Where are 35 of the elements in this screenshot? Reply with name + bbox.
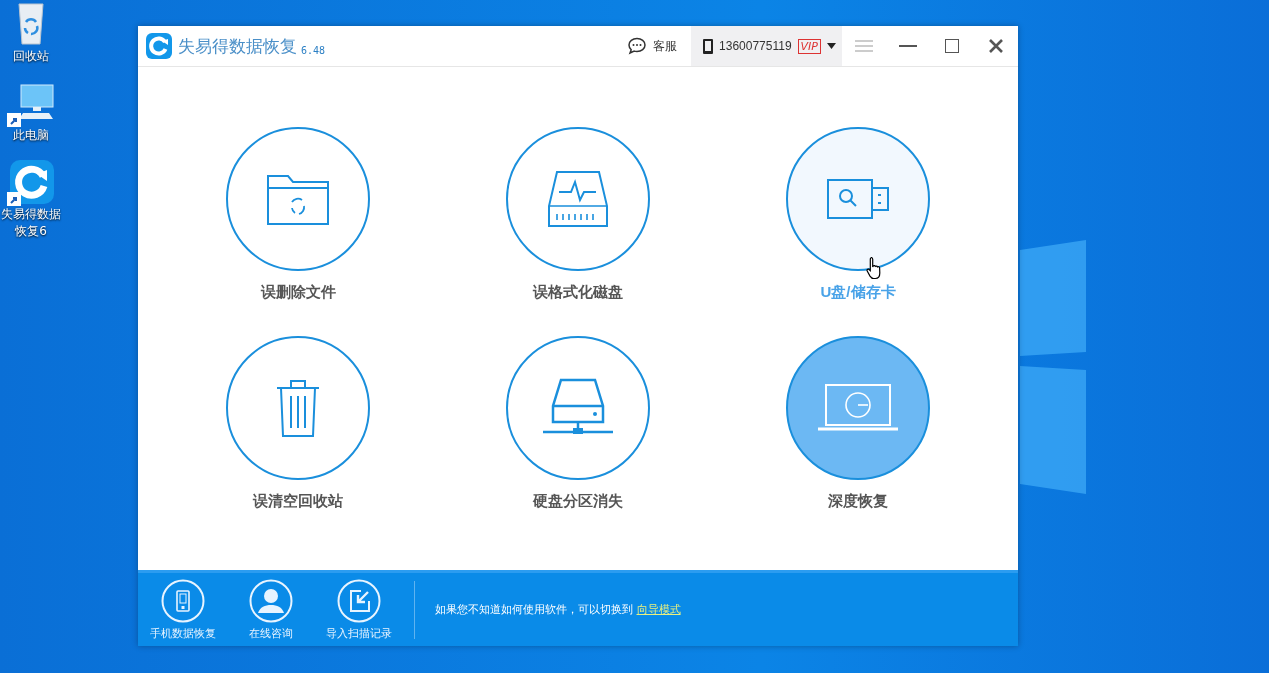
recovery-option-tile[interactable]: 硬盘分区消失	[438, 336, 718, 511]
person-icon	[249, 578, 293, 623]
recovery-option-tile[interactable]: 深度恢复	[718, 336, 998, 511]
account-number[interactable]: 13600775119	[719, 39, 792, 53]
desktop-icon-label[interactable]: 失易得数据恢复6	[0, 206, 62, 240]
laptop-icon	[816, 383, 900, 433]
minimize-icon	[899, 45, 917, 47]
app-icon[interactable]	[7, 158, 55, 206]
footer-button[interactable]: 在线咨询	[234, 578, 308, 641]
desktop-icon-label[interactable]: 此电脑	[0, 127, 62, 144]
footer-button[interactable]: 导入扫描记录	[322, 578, 396, 641]
menu-icon	[855, 40, 873, 52]
version-label: 6.48	[301, 44, 326, 56]
recovery-option-tile[interactable]: 误删除文件	[158, 127, 438, 302]
close-icon	[989, 39, 1003, 53]
support-button[interactable]: 客服	[613, 26, 692, 66]
recovery-option-tile[interactable]: U盘/储存卡	[718, 127, 998, 302]
vip-badge: VIP	[797, 38, 821, 54]
recovery-option-tile[interactable]: 误格式化磁盘	[438, 127, 718, 302]
import-icon	[337, 578, 381, 623]
maximize-icon	[945, 39, 959, 53]
guide-mode-link[interactable]: 向导模式	[636, 603, 681, 616]
window-title: 失易得数据恢复	[178, 34, 297, 58]
desktop-icon-label[interactable]: 回收站	[0, 48, 62, 65]
guide-hint-text: 如果您不知道如何使用软件，可以切换到 向导模式	[435, 602, 681, 617]
chat-icon	[627, 37, 648, 55]
footer-button[interactable]: 手机数据恢复	[146, 578, 220, 641]
phone-icon	[703, 38, 714, 54]
folder-icon	[266, 172, 330, 226]
recovery-option-tile[interactable]: 误清空回收站	[158, 336, 438, 511]
phone-icon	[161, 578, 205, 623]
usb-drive-icon	[826, 178, 890, 220]
app-logo-icon	[146, 33, 172, 59]
dropdown-caret-icon[interactable]	[827, 43, 836, 49]
trash-can-icon	[275, 378, 321, 438]
